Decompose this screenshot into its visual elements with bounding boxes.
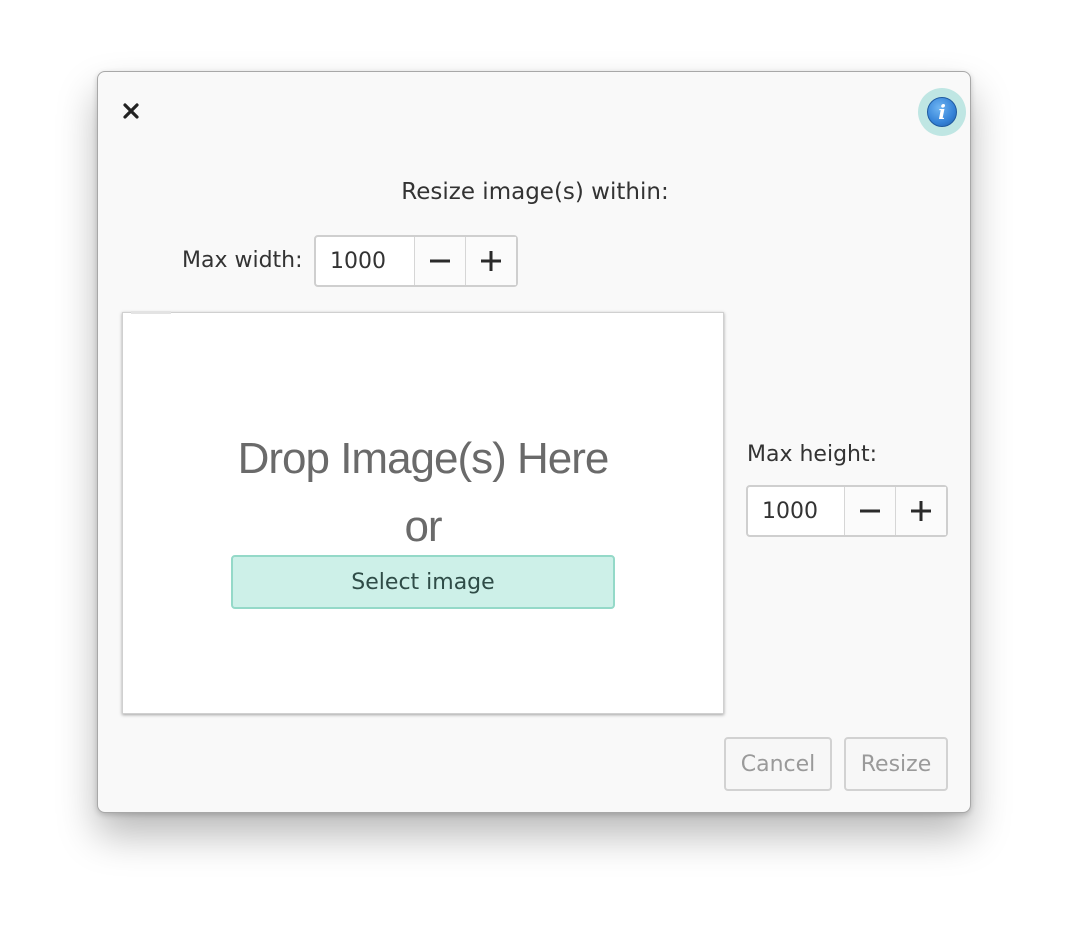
plus-icon <box>911 501 931 521</box>
info-glyph: i <box>938 100 946 124</box>
resize-dialog: i Resize image(s) within: Max width: 100… <box>97 71 971 813</box>
select-image-button[interactable]: Select image <box>231 555 615 609</box>
minus-icon <box>430 259 450 263</box>
image-drop-zone[interactable]: Drop Image(s) Here or Select image <box>122 311 724 714</box>
resize-button[interactable]: Resize <box>844 737 948 791</box>
max-height-spinbox: 1000 <box>746 485 948 537</box>
plus-icon <box>481 251 501 271</box>
minus-icon <box>860 509 880 513</box>
max-width-label: Max width: <box>182 248 303 273</box>
info-button[interactable]: i <box>918 88 966 136</box>
max-height-increment-button[interactable] <box>895 487 946 535</box>
max-width-increment-button[interactable] <box>465 237 516 285</box>
max-height-label: Max height: <box>747 442 878 467</box>
max-height-input[interactable]: 1000 <box>748 487 844 535</box>
max-width-spinbox: 1000 <box>314 235 518 287</box>
drop-zone-line2: or <box>404 502 442 551</box>
cancel-button[interactable]: Cancel <box>724 737 832 791</box>
max-width-decrement-button[interactable] <box>414 237 465 285</box>
drop-zone-tab <box>131 311 171 314</box>
max-height-decrement-button[interactable] <box>844 487 895 535</box>
drop-zone-text: Drop Image(s) Here or <box>123 425 723 561</box>
drop-zone-line1: Drop Image(s) Here <box>237 434 610 483</box>
max-width-input[interactable]: 1000 <box>316 237 414 285</box>
close-button[interactable] <box>118 98 144 124</box>
close-icon <box>123 103 139 119</box>
dialog-heading: Resize image(s) within: <box>401 179 669 205</box>
info-icon: i <box>927 97 957 127</box>
